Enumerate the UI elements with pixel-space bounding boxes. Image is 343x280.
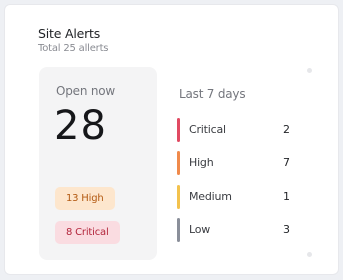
severity-row-medium[interactable]: Medium 1 bbox=[177, 185, 297, 209]
site-alerts-card: Site Alerts Total 25 allerts Open now 28… bbox=[4, 4, 339, 275]
severity-name: Medium bbox=[189, 190, 232, 203]
severity-indicator-bar bbox=[177, 185, 180, 209]
severity-indicator-bar bbox=[177, 218, 180, 242]
severity-row-critical[interactable]: Critical 2 bbox=[177, 118, 297, 142]
severity-indicator-bar bbox=[177, 151, 180, 175]
severity-name: Low bbox=[189, 223, 211, 236]
critical-count-badge[interactable]: 8 Critical bbox=[55, 221, 120, 244]
severity-count: 2 bbox=[283, 123, 290, 136]
open-now-count: 28 bbox=[54, 103, 107, 149]
open-now-panel: Open now 28 13 High 8 Critical bbox=[39, 67, 157, 260]
open-now-label: Open now bbox=[56, 84, 116, 98]
scroll-indicator-top[interactable] bbox=[307, 68, 312, 73]
severity-name: High bbox=[189, 156, 214, 169]
severity-count: 3 bbox=[283, 223, 290, 236]
card-subtitle: Total 25 allerts bbox=[38, 43, 109, 54]
card-title: Site Alerts bbox=[38, 26, 101, 41]
severity-row-high[interactable]: High 7 bbox=[177, 151, 297, 175]
high-count-badge[interactable]: 13 High bbox=[55, 187, 115, 210]
severity-indicator-bar bbox=[177, 118, 180, 142]
last-7-days-label: Last 7 days bbox=[179, 87, 246, 101]
severity-count: 1 bbox=[283, 190, 290, 203]
severity-count: 7 bbox=[283, 156, 290, 169]
severity-name: Critical bbox=[189, 123, 226, 136]
severity-row-low[interactable]: Low 3 bbox=[177, 218, 297, 242]
scroll-indicator-bottom[interactable] bbox=[307, 252, 312, 257]
